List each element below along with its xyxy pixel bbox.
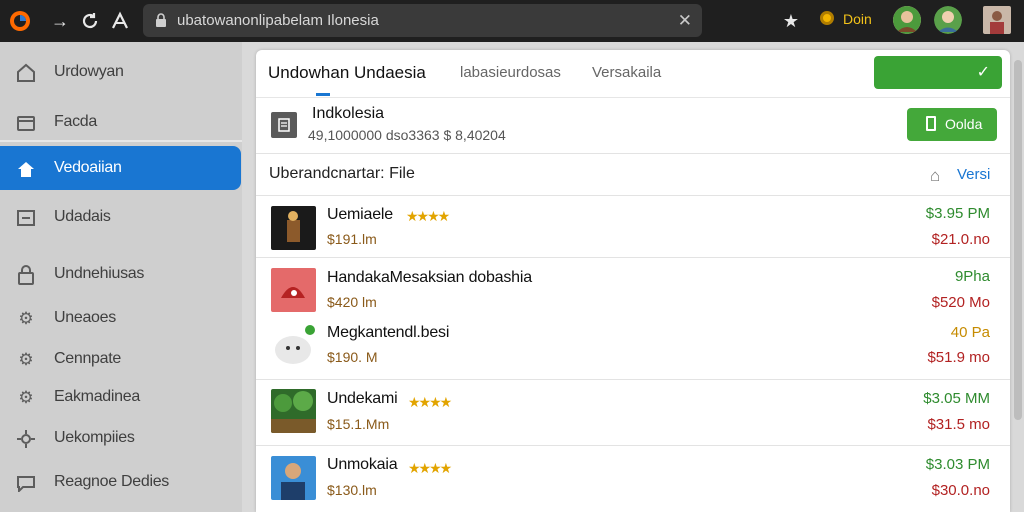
item-red-value: $31.5 mo	[927, 416, 990, 433]
sidebar-item-label: Cennpate	[54, 350, 121, 367]
home-icon	[15, 158, 37, 180]
item-name: HandakaMesaksian dobashia	[327, 269, 532, 286]
list-item[interactable]: Undekami ★★★★ $15.1.Mm $3.05 MM $31.5 mo	[256, 380, 1010, 446]
tab-labasieurdosas[interactable]: labasieurdosas	[460, 64, 561, 81]
active-tab-indicator	[316, 93, 330, 96]
house-icon: ⌂	[930, 166, 941, 185]
tab-versakaila[interactable]: Versakaila	[592, 64, 661, 81]
item-price: $420 lm	[327, 294, 377, 310]
item-green-value: $3.95 PM	[925, 205, 990, 222]
chat-icon	[15, 472, 37, 494]
versi-label: Versi	[957, 166, 991, 183]
list-item[interactable]: Unmokaia ★★★★ $130.lm $3.03 PM $30.0.no	[256, 446, 1010, 512]
gear-icon: ⚙	[18, 350, 34, 369]
item-red-value: $21.0.no	[931, 231, 990, 248]
sidebar-item-uekompiies[interactable]: Uekompiies	[0, 416, 242, 460]
address-bar[interactable]: ubatowanonlipabelam Ilonesia ✕	[143, 4, 702, 37]
bookmark-star-icon[interactable]: ★	[779, 9, 803, 33]
file-header-label: Uberandcnartar: File	[269, 165, 415, 182]
info-header: Indkolesia 49,1000000 dso3363 $ 8,40204 …	[256, 98, 1010, 154]
check-icon: ✓	[976, 64, 990, 81]
sidebar-item-label: Reagnoe Dedies	[54, 473, 169, 490]
item-price: $190. M	[327, 349, 378, 365]
sidebar-item-urdowyan[interactable]: Urdowyan	[0, 50, 242, 94]
avatar[interactable]	[893, 6, 921, 34]
item-red-value: $30.0.no	[931, 482, 990, 499]
item-name: Uemiaele	[327, 206, 393, 223]
sidebar-item-label: Uekompiies	[54, 429, 135, 446]
item-name: Megkantendl.besi	[327, 324, 450, 341]
clipboard-icon	[926, 116, 936, 131]
sidebar-item-reagnoe-dedies[interactable]: Reagnoe Dedies	[0, 460, 242, 504]
versi-link[interactable]: ⌂ Versi	[930, 165, 1000, 187]
gear-icon: ⚙	[18, 309, 34, 328]
sidebar-item-label: Urdowyan	[54, 63, 124, 80]
document-icon	[15, 207, 37, 229]
document-icon	[271, 112, 297, 138]
item-green-value: 9Pha	[954, 268, 990, 285]
folder-icon	[15, 112, 37, 134]
reload-icon[interactable]	[78, 9, 102, 33]
browser-logo-icon[interactable]	[8, 9, 32, 33]
item-price: $130.lm	[327, 482, 377, 498]
settings-icon	[15, 428, 37, 450]
sidebar-item-facda[interactable]: Facda	[0, 100, 242, 144]
sidebar-item-udadais[interactable]: Udadais	[0, 195, 242, 239]
coin-icon	[820, 11, 834, 25]
obtain-button-label: Oolda	[945, 116, 983, 132]
file-header: Uberandcnartar: File ⌂ Versi	[256, 154, 1010, 196]
item-name: Undekami	[327, 390, 398, 407]
extension-icon[interactable]	[108, 9, 132, 33]
rating-stars-icon: ★★★★	[408, 394, 452, 410]
info-title: Indkolesia	[312, 105, 385, 122]
sidebar-item-vedoaiian[interactable]: Vedoaiian	[0, 146, 241, 190]
list-item[interactable]: Uemiaele ★★★★ $191.lm $3.95 PM $21.0.no	[256, 196, 1010, 258]
rating-stars-icon: ★★★★	[406, 208, 450, 224]
item-yellow-value: 40 Pa	[950, 324, 990, 341]
item-name: Unmokaia	[327, 456, 398, 473]
main-panel: Undowhan Undaesia labasieurdosas Versaka…	[256, 50, 1010, 512]
browser-toolbar: → ubatowanonlipabelam Ilonesia ✕ ★ Doin	[0, 0, 1024, 42]
confirm-button[interactable]: ✓	[874, 56, 1002, 89]
info-subtitle: 49,1000000 dso3363 $ 8,40204	[308, 127, 506, 143]
item-price: $191.lm	[327, 231, 377, 247]
sidebar-item-label: Udadais	[54, 208, 111, 225]
item-red-value: $520 Mo	[931, 294, 990, 311]
sidebar-item-label: Vedoaiian	[54, 159, 122, 176]
sidebar-item-label: Undnehiusas	[54, 265, 145, 282]
avatar[interactable]	[934, 6, 962, 34]
item-price: $15.1.Mm	[327, 416, 390, 432]
rating-stars-icon: ★★★★	[408, 460, 452, 476]
scrollbar[interactable]	[1014, 60, 1022, 420]
item-green-value: $3.03 PM	[925, 456, 990, 473]
avatar[interactable]	[983, 6, 1011, 34]
home-outline-icon	[15, 62, 37, 84]
tab-undowhan-undaesia[interactable]: Undowhan Undaesia	[268, 63, 426, 83]
item-thumbnail	[271, 456, 316, 500]
gear-icon: ⚙	[18, 388, 34, 407]
sidebar-item-label: Uneaoes	[54, 309, 116, 326]
sidebar-divider	[0, 140, 242, 142]
list-item[interactable]: HandakaMesaksian dobashia $420 lm 9Pha $…	[256, 258, 1010, 380]
sidebar-item-uneaoes[interactable]: ⚙ Uneaoes	[0, 296, 242, 340]
sidebar-item-label: Facda	[54, 113, 97, 130]
clear-url-icon[interactable]: ✕	[678, 11, 692, 31]
sidebar-item-undnehiusas[interactable]: Undnehiusas	[0, 252, 242, 296]
lock-icon	[15, 264, 37, 286]
item-green-value: $3.05 MM	[923, 390, 990, 407]
item-thumbnail	[271, 268, 316, 312]
item-red-value: $51.9 mo	[927, 349, 990, 366]
forward-arrow-icon[interactable]: →	[48, 9, 72, 33]
url-text: ubatowanonlipabelam Ilonesia	[177, 12, 379, 29]
obtain-button[interactable]: Oolda	[907, 108, 997, 141]
sidebar-item-eakmadinea[interactable]: ⚙ Eakmadinea	[0, 375, 242, 419]
item-thumbnail	[271, 206, 316, 250]
sidebar-item-label: Eakmadinea	[54, 388, 140, 405]
lock-icon	[156, 13, 166, 27]
item-thumbnail	[271, 324, 316, 368]
sidebar: Urdowyan Facda Vedoaiian Udadais Undnehi…	[0, 42, 242, 512]
tab-bar: Undowhan Undaesia labasieurdosas Versaka…	[256, 50, 1010, 98]
item-thumbnail	[271, 389, 316, 433]
coin-label[interactable]: Doin	[843, 11, 872, 27]
